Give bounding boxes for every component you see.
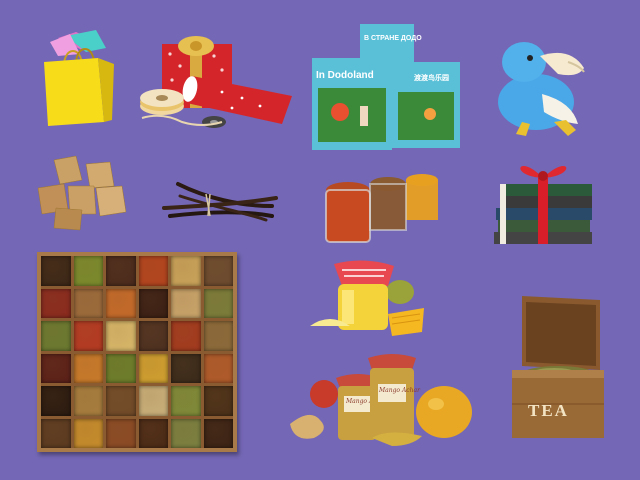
jam-jar-icon (310, 260, 424, 336)
book3-title: 渡渡鸟乐园 (414, 73, 449, 82)
dodo-plush (484, 22, 594, 142)
spice-cell (106, 321, 136, 351)
sugar-cubes (30, 152, 130, 232)
shopping-bag (36, 28, 120, 128)
spice-cell (171, 288, 201, 318)
spice-cell (171, 256, 201, 286)
plush-toy-icon (498, 42, 585, 136)
spice-cell (73, 321, 103, 351)
spice-cell (106, 418, 136, 448)
book1-title: In Dodoland (316, 70, 374, 81)
spice-cell (41, 386, 71, 416)
spice-cell (138, 353, 168, 383)
book-icon: В СТРАНЕ ДОДО 渡渡鸟乐园 In Dodoland (312, 24, 460, 150)
spice-cell (106, 256, 136, 286)
spice-jars (318, 172, 454, 248)
spice-cell (41, 353, 71, 383)
spice-cell (171, 386, 201, 416)
spice-cell (41, 418, 71, 448)
spice-cell (106, 386, 136, 416)
spice-cell (203, 256, 233, 286)
spice-cell (106, 353, 136, 383)
spice-cell (171, 418, 201, 448)
spice-cell (138, 418, 168, 448)
spice-cell (138, 386, 168, 416)
spice-cell (138, 256, 168, 286)
spice-cell (138, 288, 168, 318)
sugar-icon (37, 155, 127, 231)
books-gift (488, 156, 604, 248)
spice-cell (73, 386, 103, 416)
spice-cell (41, 321, 71, 351)
spice-cell (203, 418, 233, 448)
gift-wrap-supplies (132, 36, 302, 136)
gift-bag-icon (44, 30, 114, 126)
dodo-books: В СТРАНЕ ДОДО 渡渡鸟乐园 In Dodoland (310, 22, 470, 154)
spice-cell (171, 321, 201, 351)
spice-cell (203, 386, 233, 416)
jar-icon (325, 174, 438, 243)
spice-cell (73, 418, 103, 448)
spice-cell (73, 288, 103, 318)
book2-title: В СТРАНЕ ДОДО (364, 35, 422, 42)
jar-label-2: Mango Achar (378, 387, 421, 394)
spice-cell (203, 288, 233, 318)
vanilla-icon (162, 182, 278, 222)
tea-chest: TEA (506, 290, 610, 440)
spice-cell (106, 288, 136, 318)
spice-cell (73, 353, 103, 383)
spice-cell (171, 353, 201, 383)
gift-wrap-icon (140, 36, 292, 128)
chutney-icon: Mango Achar Mango Achar (290, 354, 472, 446)
book-stack-icon (494, 165, 592, 244)
spice-cell (73, 256, 103, 286)
spice-cell (203, 353, 233, 383)
spice-box (37, 252, 237, 452)
spice-cell (41, 256, 71, 286)
vanilla-pods (160, 176, 280, 228)
spice-cell (203, 321, 233, 351)
mango-jam (304, 260, 434, 342)
spice-cell (138, 321, 168, 351)
tea-label: TEA (528, 401, 569, 420)
mango-chutney: Mango Achar Mango Achar (280, 350, 472, 450)
spice-grid (41, 256, 233, 448)
spice-cell (41, 288, 71, 318)
tea-box-icon: TEA (512, 296, 604, 438)
